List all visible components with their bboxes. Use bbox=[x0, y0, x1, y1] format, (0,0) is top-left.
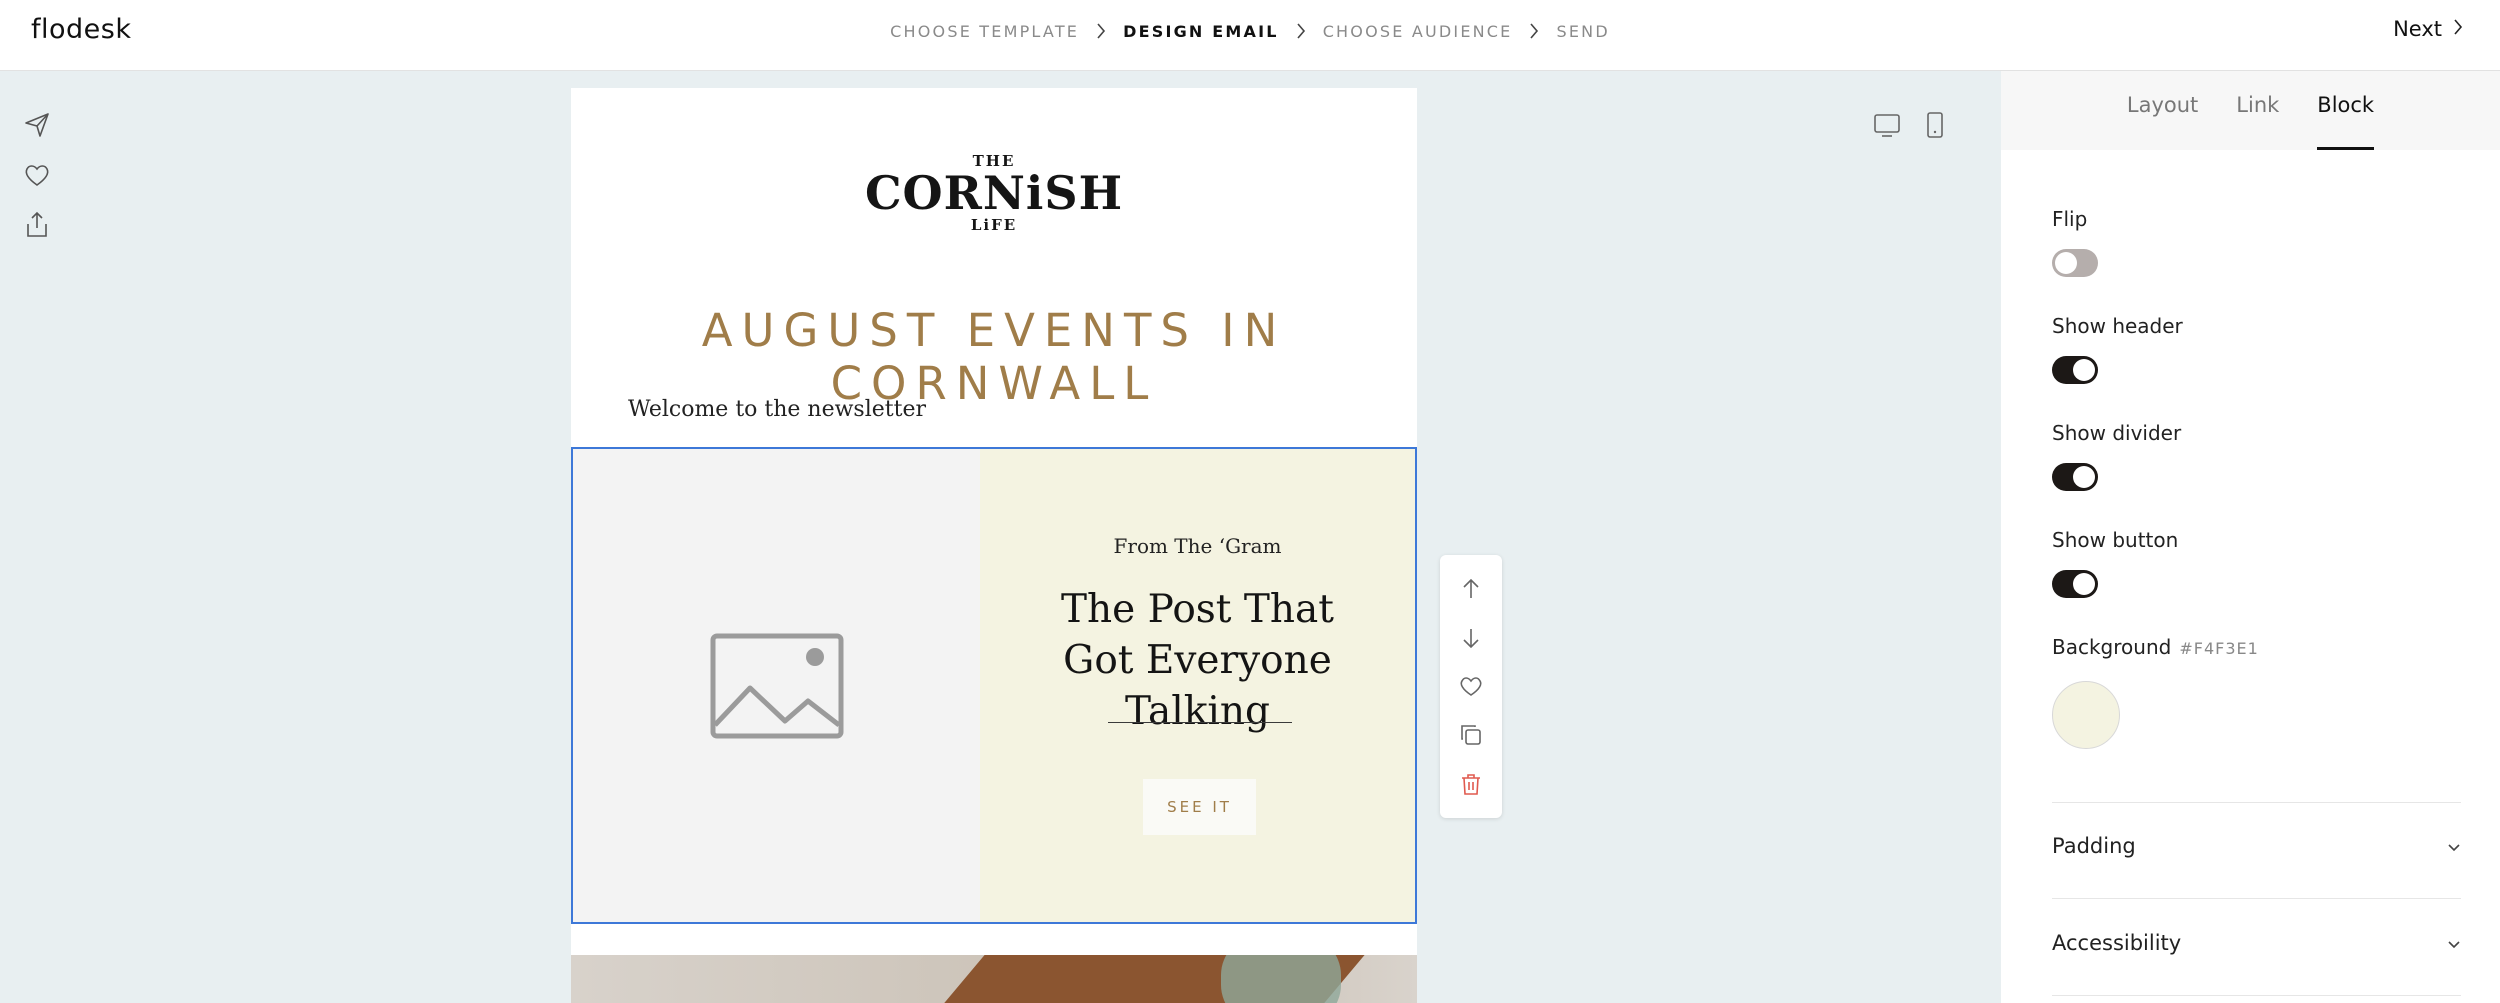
padding-accordion[interactable]: Padding bbox=[2052, 834, 2461, 858]
panel-tabs: Layout Link Block bbox=[2001, 70, 2500, 150]
chevron-right-icon bbox=[1512, 22, 1556, 40]
heart-icon[interactable] bbox=[1458, 673, 1484, 699]
show-button-setting: Show button bbox=[2052, 528, 2178, 598]
background-hex: #F4F3E1 bbox=[2179, 639, 2259, 658]
flip-toggle[interactable] bbox=[2052, 249, 2098, 277]
mobile-icon[interactable] bbox=[1925, 112, 1945, 143]
show-divider-toggle[interactable] bbox=[2052, 463, 2098, 491]
arrow-down-icon[interactable] bbox=[1458, 625, 1484, 651]
accessibility-label: Accessibility bbox=[2052, 931, 2182, 955]
toggle-knob bbox=[2073, 466, 2095, 488]
show-divider-label: Show divider bbox=[2052, 421, 2182, 445]
background-setting: Background #F4F3E1 bbox=[2052, 635, 2259, 749]
toggle-knob bbox=[2055, 252, 2077, 274]
show-button-label: Show button bbox=[2052, 528, 2179, 552]
device-preview-toggle bbox=[1873, 112, 1945, 143]
send-icon[interactable] bbox=[22, 110, 56, 140]
welcome-text[interactable]: Welcome to the newsletter bbox=[628, 397, 926, 422]
tab-link[interactable]: Link bbox=[2217, 70, 2298, 150]
heart-icon[interactable] bbox=[22, 160, 56, 190]
next-block-photo[interactable] bbox=[571, 955, 1417, 1003]
step-send[interactable]: SEND bbox=[1556, 22, 1609, 41]
show-button-toggle[interactable] bbox=[2052, 570, 2098, 598]
brand-logo[interactable]: THE CORNiSH LiFE bbox=[571, 153, 1417, 233]
background-label: Background #F4F3E1 bbox=[2052, 635, 2259, 659]
chevron-down-icon bbox=[2447, 931, 2461, 955]
share-icon[interactable] bbox=[22, 210, 56, 240]
properties-panel: Layout Link Block Flip Show header Show … bbox=[2001, 70, 2500, 1003]
block-text-panel: From The ‘Gram The Post That Got Everyon… bbox=[980, 449, 1415, 922]
flip-setting: Flip bbox=[2052, 207, 2098, 277]
photo-glass-jar bbox=[1221, 955, 1341, 1003]
block-pre-title[interactable]: From The ‘Gram bbox=[980, 534, 1415, 558]
email-headline[interactable]: AUGUST EVENTS IN CORNWALL bbox=[571, 304, 1417, 410]
brand-logo-bottom: LiFE bbox=[970, 216, 1018, 234]
show-header-label: Show header bbox=[2052, 314, 2183, 338]
left-toolbar bbox=[22, 110, 56, 240]
workflow-steps: CHOOSE TEMPLATE DESIGN EMAIL CHOOSE AUDI… bbox=[0, 0, 2500, 62]
step-choose-template[interactable]: CHOOSE TEMPLATE bbox=[890, 22, 1079, 41]
chevron-down-icon bbox=[2447, 834, 2461, 858]
image-placeholder-icon bbox=[710, 633, 843, 738]
accessibility-accordion[interactable]: Accessibility bbox=[2052, 931, 2461, 955]
show-header-setting: Show header bbox=[2052, 314, 2183, 384]
see-it-button[interactable]: SEE IT bbox=[1143, 779, 1256, 835]
duplicate-icon[interactable] bbox=[1458, 722, 1484, 748]
chevron-right-icon bbox=[1079, 22, 1123, 40]
panel-divider bbox=[2052, 898, 2461, 899]
tab-block[interactable]: Block bbox=[2298, 70, 2393, 150]
block-actions-bar bbox=[1440, 555, 1502, 818]
email-canvas: THE CORNiSH LiFE AUGUST EVENTS IN CORNWA… bbox=[571, 88, 1417, 1003]
show-divider-setting: Show divider bbox=[2052, 421, 2181, 491]
toggle-knob bbox=[2073, 359, 2095, 381]
chevron-right-icon bbox=[2452, 17, 2464, 41]
background-label-text: Background bbox=[2052, 635, 2172, 659]
step-design-email[interactable]: DESIGN EMAIL bbox=[1123, 22, 1279, 41]
chevron-right-icon bbox=[1279, 22, 1323, 40]
next-button[interactable]: Next bbox=[2393, 17, 2464, 41]
show-header-toggle[interactable] bbox=[2052, 356, 2098, 384]
selected-content-block[interactable]: From The ‘Gram The Post That Got Everyon… bbox=[571, 447, 1417, 924]
step-choose-audience[interactable]: CHOOSE AUDIENCE bbox=[1323, 22, 1513, 41]
desktop-icon[interactable] bbox=[1873, 112, 1901, 143]
top-bar: flodesk CHOOSE TEMPLATE DESIGN EMAIL CHO… bbox=[0, 0, 2500, 70]
flip-label: Flip bbox=[2052, 207, 2088, 231]
background-color-swatch[interactable] bbox=[2052, 681, 2120, 749]
panel-divider bbox=[2052, 995, 2461, 996]
block-divider bbox=[1108, 722, 1292, 723]
next-label: Next bbox=[2393, 17, 2442, 41]
tab-layout[interactable]: Layout bbox=[2108, 70, 2217, 150]
brand-logo-main: CORNiSH bbox=[864, 166, 1124, 220]
toggle-knob bbox=[2073, 573, 2095, 595]
image-placeholder[interactable] bbox=[573, 449, 980, 922]
panel-divider bbox=[2052, 802, 2461, 803]
arrow-up-icon[interactable] bbox=[1458, 576, 1484, 602]
padding-label: Padding bbox=[2052, 834, 2136, 858]
block-title[interactable]: The Post That Got Everyone Talking bbox=[1020, 584, 1375, 737]
trash-icon[interactable] bbox=[1458, 771, 1484, 797]
